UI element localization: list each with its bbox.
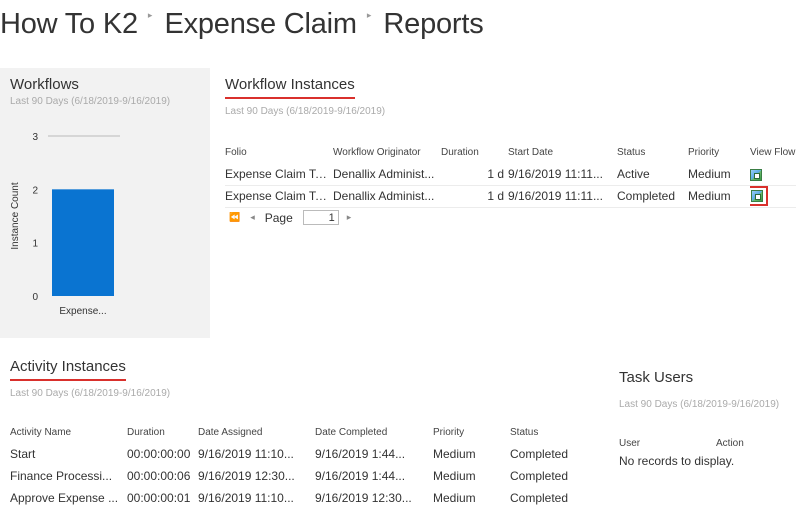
column-header-duration[interactable]: Duration (127, 421, 198, 443)
page-number-input[interactable] (302, 210, 339, 225)
cell-priority: Medium (688, 163, 750, 186)
breadcrumb-item-how-to-k2[interactable]: How To K2 (0, 8, 138, 41)
column-header-folio[interactable]: Folio (225, 141, 333, 163)
cell-activity-name: Finance Processi... (10, 469, 113, 483)
cell-duration: 1 d (441, 163, 508, 186)
view-flow-highlight (750, 186, 768, 206)
task-users-title: Task Users (619, 369, 694, 386)
view-flow-icon[interactable] (751, 190, 763, 202)
table-header-row: Activity Name Duration Date Assigned Dat… (10, 421, 580, 443)
cell-date-assigned: 9/16/2019 11:10... (198, 447, 294, 461)
workflows-panel: Workflows Last 90 Days (6/18/2019-9/16/2… (0, 68, 210, 338)
column-header-priority[interactable]: Priority (433, 421, 510, 443)
cell-originator: Denallix Administ... (333, 185, 441, 208)
y-tick-label: 1 (32, 239, 38, 250)
cell-folio: Expense Claim Test (225, 163, 333, 186)
task-users-section: Task Users Last 90 Days (6/18/2019-9/16/… (619, 369, 779, 410)
column-header-action[interactable]: Action (716, 432, 789, 454)
column-header-status[interactable]: Status (510, 421, 580, 443)
column-header-originator[interactable]: Workflow Originator (333, 141, 441, 163)
cell-date-completed: 9/16/2019 1:44... (315, 447, 406, 461)
cell-date-completed: 9/16/2019 1:44... (315, 469, 406, 483)
table-header-row: User Action (619, 432, 789, 454)
workflows-chart: 0 1 2 3 Expense... Instance Count (10, 132, 120, 317)
view-flow-icon[interactable] (750, 168, 762, 181)
column-header-user[interactable]: User (619, 432, 716, 454)
column-header-date-assigned[interactable]: Date Assigned (198, 421, 315, 443)
cell-date-completed: 9/16/2019 12:30... (315, 491, 412, 505)
workflow-instances-section: Workflow Instances Last 90 Days (6/18/20… (225, 76, 385, 117)
previous-page-icon[interactable]: ◂ (250, 212, 255, 223)
table-row[interactable]: Expense Claim Test Denallix Administ... … (225, 163, 796, 186)
workflow-instances-table: Folio Workflow Originator Duration Start… (225, 141, 796, 208)
cell-view-flow (750, 185, 796, 208)
table-header-row: Folio Workflow Originator Duration Start… (225, 141, 796, 163)
next-page-icon[interactable]: ▸ (347, 212, 352, 223)
workflow-instances-title: Workflow Instances (225, 76, 355, 99)
table-row[interactable]: Approve Expense ... 00:00:00:01 9/16/201… (10, 487, 580, 509)
cell-status: Completed (510, 469, 569, 483)
column-header-priority[interactable]: Priority (688, 141, 750, 163)
cell-activity-name: Start (10, 447, 36, 461)
y-axis-label: Instance Count (10, 182, 21, 249)
breadcrumb-item-reports: Reports (383, 7, 484, 40)
cell-priority: Medium (433, 491, 476, 505)
first-page-icon[interactable]: ⏪ (229, 212, 240, 223)
column-header-date-completed[interactable]: Date Completed (315, 421, 433, 443)
cell-date-assigned: 9/16/2019 11:10... (198, 491, 294, 505)
activity-instances-subtitle: Last 90 Days (6/18/2019-9/16/2019) (10, 388, 171, 399)
workflow-instances-subtitle: Last 90 Days (6/18/2019-9/16/2019) (225, 106, 386, 117)
column-header-status[interactable]: Status (617, 141, 688, 163)
task-users-table: User Action (619, 432, 789, 454)
breadcrumb-separator-icon: ▸ (366, 9, 372, 20)
cell-priority: Medium (433, 469, 476, 483)
cell-duration: 1 d (441, 185, 508, 208)
cell-priority: Medium (433, 447, 476, 461)
task-users-subtitle: Last 90 Days (6/18/2019-9/16/2019) (619, 399, 780, 410)
table-row[interactable]: Finance Processi... 00:00:00:06 9/16/201… (10, 465, 580, 487)
y-tick-label: 3 (32, 132, 38, 143)
cell-start-date: 9/16/2019 11:11... (508, 185, 617, 208)
x-tick-label: Expense... (59, 306, 106, 317)
y-tick-label: 0 (32, 292, 38, 303)
cell-originator: Denallix Administ... (333, 163, 441, 186)
column-header-activity-name[interactable]: Activity Name (10, 421, 127, 443)
breadcrumb-separator-icon: ▸ (147, 9, 153, 20)
no-records-message: No records to display. (619, 454, 735, 468)
cell-folio: Expense Claim Test (225, 185, 333, 208)
cell-date-assigned: 9/16/2019 12:30... (198, 469, 295, 483)
column-header-view-flow[interactable]: View Flow (750, 141, 796, 163)
page-label: Page (264, 210, 293, 225)
y-tick-label: 2 (32, 185, 38, 196)
activity-instances-table: Activity Name Duration Date Assigned Dat… (10, 421, 580, 509)
cell-view-flow (750, 163, 796, 186)
cell-duration: 00:00:00:01 (127, 491, 191, 505)
cell-status: Active (617, 163, 688, 186)
cell-priority: Medium (688, 185, 750, 208)
cell-start-date: 9/16/2019 11:11... (508, 163, 617, 186)
cell-status: Completed (510, 447, 569, 461)
cell-status: Completed (617, 185, 688, 208)
breadcrumb: How To K2 ▸ Expense Claim ▸ Reports (0, 4, 484, 44)
cell-duration: 00:00:00:06 (127, 469, 191, 483)
column-header-start-date[interactable]: Start Date (508, 141, 617, 163)
cell-status: Completed (510, 491, 569, 505)
activity-instances-section: Activity Instances Last 90 Days (6/18/20… (10, 358, 170, 399)
cell-duration: 00:00:00:00 (127, 447, 191, 461)
table-row[interactable]: Start 00:00:00:00 9/16/2019 11:10... 9/1… (10, 443, 580, 465)
activity-instances-title: Activity Instances (10, 358, 126, 381)
cell-activity-name: Approve Expense ... (10, 491, 119, 505)
pager: ⏪ ◂ Page ▸ (229, 210, 351, 225)
column-header-duration[interactable]: Duration (441, 141, 508, 163)
breadcrumb-item-expense-claim[interactable]: Expense Claim (164, 8, 357, 41)
table-row[interactable]: Expense Claim Test Denallix Administ... … (225, 185, 796, 208)
bar (52, 189, 114, 296)
